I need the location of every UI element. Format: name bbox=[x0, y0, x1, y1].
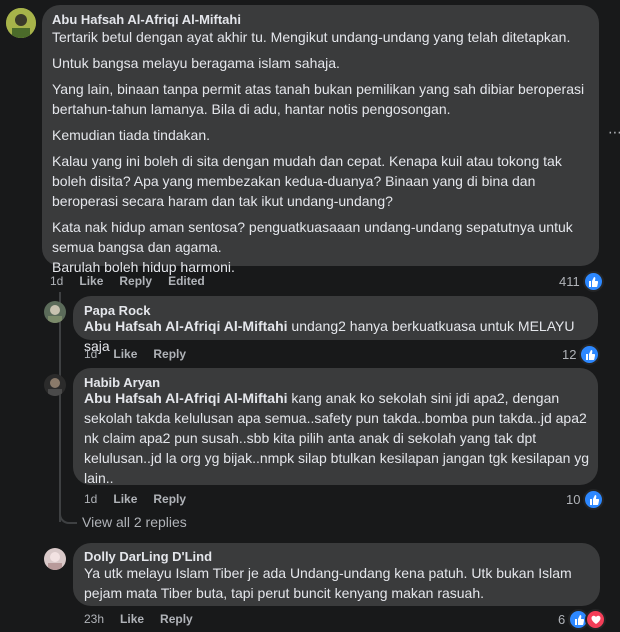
like-button[interactable]: Like bbox=[120, 612, 144, 626]
like-icon bbox=[579, 344, 601, 365]
love-icon bbox=[585, 609, 607, 630]
reply-button[interactable]: Reply bbox=[153, 492, 186, 506]
reaction-number: 411 bbox=[559, 274, 580, 289]
reaction-count[interactable]: 10 bbox=[566, 489, 605, 510]
like-button[interactable]: Like bbox=[79, 274, 103, 288]
thread-line bbox=[59, 292, 61, 522]
more-options-icon[interactable]: ⋯ bbox=[608, 124, 620, 141]
comment-paragraph: Tertarik betul dengan ayat akhir tu. Men… bbox=[52, 29, 571, 45]
like-icon bbox=[583, 489, 605, 510]
avatar-habib-aryan[interactable] bbox=[44, 374, 66, 396]
reaction-number: 12 bbox=[562, 347, 577, 362]
mention-link[interactable]: Abu Hafsah Al-Afriqi Al-Miftahi bbox=[84, 318, 288, 334]
reaction-count[interactable]: 411 bbox=[559, 271, 604, 292]
reply-actions: 23h Like Reply bbox=[84, 612, 193, 626]
like-button[interactable]: Like bbox=[113, 492, 137, 506]
reply-author[interactable]: Dolly DarLing D'Lind bbox=[84, 549, 212, 564]
reply-button[interactable]: Reply bbox=[119, 274, 152, 288]
mention-link[interactable]: Abu Hafsah Al-Afriqi Al-Miftahi bbox=[84, 390, 288, 406]
reaction-number: 6 bbox=[558, 612, 566, 627]
reply-actions: 1d Like Reply bbox=[84, 347, 186, 361]
like-button[interactable]: Like bbox=[113, 347, 137, 361]
comment-author[interactable]: Abu Hafsah Al-Afriqi Al-Miftahi bbox=[52, 12, 241, 27]
reply-bubble: Papa Rock Abu Hafsah Al-Afriqi Al-Miftah… bbox=[73, 296, 598, 354]
reply-time[interactable]: 23h bbox=[84, 612, 104, 626]
avatar-image bbox=[6, 8, 36, 38]
comment-bubble: Abu Hafsah Al-Afriqi Al-Miftahi Tertarik… bbox=[42, 5, 599, 275]
comment-paragraph: Untuk bangsa melayu beragama islam sahaj… bbox=[52, 55, 340, 71]
reply-bubble: Dolly DarLing D'Lind Ya utk melayu Islam… bbox=[73, 543, 600, 606]
avatar-image bbox=[44, 301, 66, 323]
view-all-replies-link[interactable]: View all 2 replies bbox=[82, 514, 187, 530]
comment-actions: 1d Like Reply Edited bbox=[50, 274, 205, 288]
comment-text: Tertarik betul dengan ayat akhir tu. Men… bbox=[52, 27, 592, 283]
reply-actions: 1d Like Reply bbox=[84, 492, 186, 506]
comment-paragraph: Kemudian tiada tindakan. bbox=[52, 127, 210, 143]
comment-paragraph: Kata nak hidup aman sentosa? penguatkuas… bbox=[52, 219, 573, 255]
comment-time[interactable]: 1d bbox=[50, 274, 63, 288]
reply-time[interactable]: 1d bbox=[84, 347, 97, 361]
avatar-papa-rock[interactable] bbox=[44, 301, 66, 323]
avatar-dolly[interactable] bbox=[44, 548, 66, 570]
avatar-image bbox=[44, 548, 66, 570]
reaction-count[interactable]: 12 bbox=[562, 344, 601, 365]
reaction-number: 10 bbox=[566, 492, 581, 507]
avatar-abu-hafsah[interactable] bbox=[6, 8, 36, 38]
avatar-image bbox=[44, 374, 66, 396]
comment-paragraph: Kalau yang ini boleh di sita dengan muda… bbox=[52, 153, 562, 209]
comment-paragraph: Yang lain, binaan tanpa permit atas tana… bbox=[52, 81, 585, 117]
thread-branch bbox=[59, 500, 77, 524]
reply-text: Abu Hafsah Al-Afriqi Al-Miftahi kang ana… bbox=[84, 388, 592, 488]
reply-button[interactable]: Reply bbox=[153, 347, 186, 361]
reaction-count[interactable]: 6 bbox=[558, 609, 607, 630]
reply-text: Ya utk melayu Islam Tiber je ada Undang-… bbox=[84, 565, 572, 601]
reply-bubble: Habib Aryan Abu Hafsah Al-Afriqi Al-Mift… bbox=[73, 368, 598, 488]
like-icon bbox=[582, 271, 604, 292]
reply-time[interactable]: 1d bbox=[84, 492, 97, 506]
reply-button[interactable]: Reply bbox=[160, 612, 193, 626]
edited-label: Edited bbox=[168, 274, 205, 288]
